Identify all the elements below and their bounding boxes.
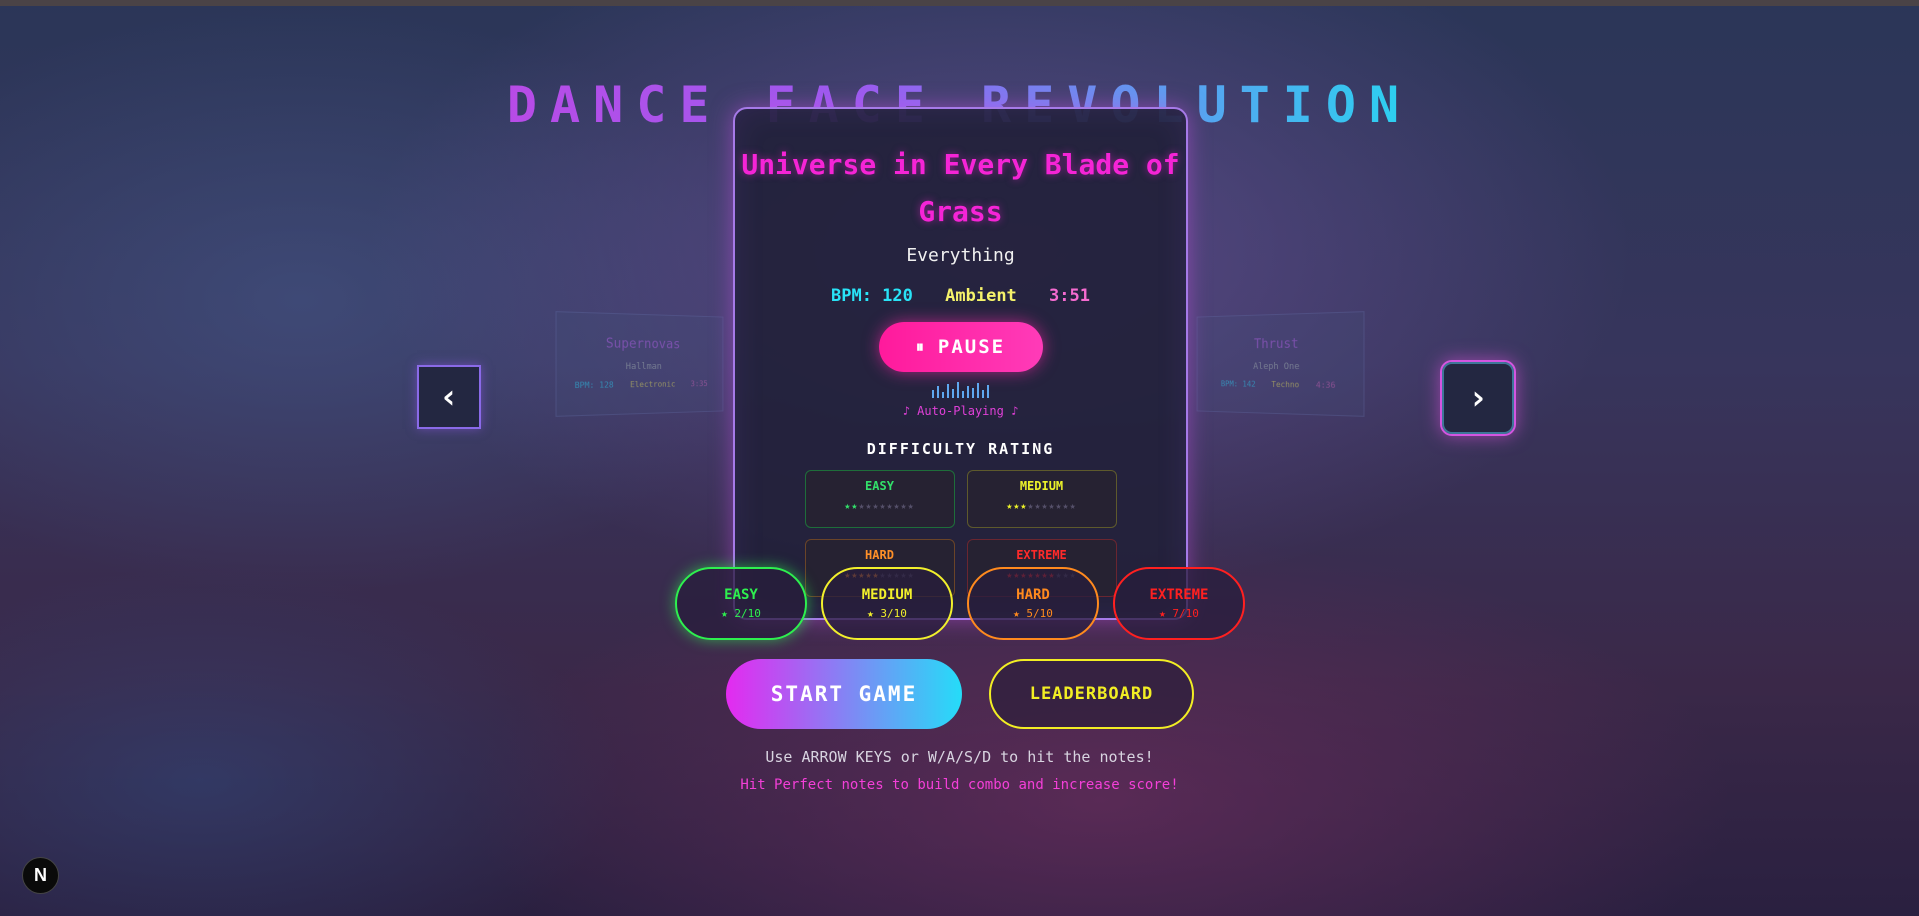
star-rating: ★★★★★★★★★★ [1006, 501, 1077, 512]
song-card-duration: 4:36 [1315, 380, 1336, 390]
song-card-next[interactable]: Thrust Aleph One BPM: 142 Techno 4:36 [1196, 311, 1365, 417]
song-card-genre: Techno [1271, 379, 1300, 390]
difficulty-extreme-button[interactable]: EXTREME ★ 7/10 [1113, 567, 1245, 640]
pause-label: PAUSE [937, 336, 1006, 358]
difficulty-rating-easy: EASY ★★★★★★★★★★ [804, 470, 955, 528]
previous-song-button[interactable]: ‹ [417, 365, 481, 429]
start-game-button[interactable]: START GAME [726, 659, 962, 729]
song-genre: Ambient [945, 286, 1017, 306]
difficulty-label: HARD [865, 548, 894, 562]
audio-visualizer [735, 382, 1186, 398]
song-card-bpm: BPM: 128 [574, 380, 614, 391]
song-card-title: Supernovas [605, 336, 681, 353]
star-rating: ★★★★★★★★★★ [844, 501, 915, 512]
song-artist: Everything [906, 245, 1015, 266]
difficulty-rating: ★ 7/10 [1159, 607, 1199, 620]
chevron-left-icon: ‹ [438, 377, 460, 417]
song-card-meta: BPM: 128 Electronic 3:35 [557, 379, 723, 390]
difficulty-hard-button[interactable]: HARD ★ 5/10 [967, 567, 1099, 640]
song-card-title: Thrust [1253, 336, 1299, 353]
song-card-meta: BPM: 142 Techno 4:36 [1197, 379, 1363, 390]
difficulty-rating-medium: MEDIUM ★★★★★★★★★★ [966, 470, 1117, 528]
difficulty-rating: ★ 2/10 [721, 607, 761, 620]
difficulty-heading: DIFFICULTY RATING [866, 440, 1055, 458]
song-card-genre: Electronic [630, 379, 676, 390]
song-card-previous[interactable]: Supernovas Hallman BPM: 128 Electronic 3… [555, 311, 724, 417]
difficulty-label: MEDIUM [1019, 479, 1064, 493]
difficulty-easy-button[interactable]: EASY ★ 2/10 [675, 567, 807, 640]
difficulty-label: HARD [1016, 587, 1050, 603]
song-duration: 3:51 [1049, 286, 1090, 306]
song-bpm: BPM: 120 [831, 286, 913, 306]
top-bar [0, 0, 1919, 6]
song-meta: BPM: 120 Ambient 3:51 [735, 286, 1186, 306]
chevron-right-icon: › [1467, 378, 1489, 418]
autoplay-status: ♪ Auto-Playing ♪ [902, 404, 1019, 418]
difficulty-rating: ★ 5/10 [1013, 607, 1053, 620]
difficulty-label: EASY [724, 587, 758, 603]
song-card-artist: Hallman [625, 361, 662, 373]
song-card-duration: 3:35 [690, 379, 708, 389]
difficulty-label: EXTREME [1149, 587, 1209, 603]
difficulty-medium-button[interactable]: MEDIUM ★ 3/10 [821, 567, 953, 640]
pause-icon: ⏸ [915, 337, 926, 356]
song-title: Universe in Every Blade of Grass [741, 148, 1180, 228]
difficulty-selector: EASY ★ 2/10 MEDIUM ★ 3/10 HARD ★ 5/10 EX… [675, 567, 1245, 640]
difficulty-label: MEDIUM [861, 587, 913, 603]
controls-instructions: Use ARROW KEYS or W/A/S/D to hit the not… [765, 748, 1154, 766]
pause-button[interactable]: ⏸ PAUSE [878, 322, 1043, 372]
difficulty-label: EXTREME [1016, 548, 1067, 562]
next-song-button[interactable]: › [1440, 360, 1516, 436]
difficulty-label: EASY [865, 479, 894, 493]
nextjs-badge-icon[interactable]: N [22, 857, 59, 894]
song-card-bpm: BPM: 142 [1220, 379, 1256, 389]
song-card-artist: Aleph One [1253, 361, 1300, 373]
current-song-card: Universe in Every Blade of Grass Everyth… [733, 107, 1188, 620]
leaderboard-button[interactable]: LEADERBOARD [989, 659, 1194, 729]
difficulty-rating: ★ 3/10 [867, 607, 907, 620]
gameplay-hint: Hit Perfect notes to build combo and inc… [740, 777, 1179, 793]
